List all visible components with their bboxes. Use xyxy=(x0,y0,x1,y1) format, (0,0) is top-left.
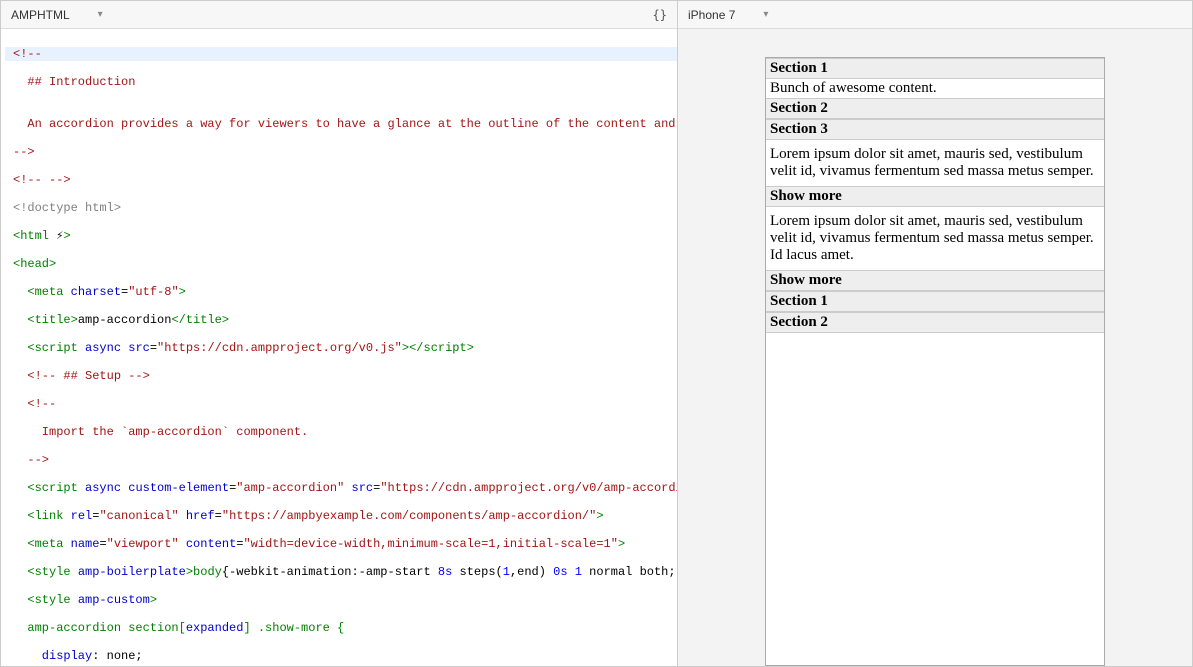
code-line[interactable]: An accordion provides a way for viewers … xyxy=(5,117,677,131)
accordion-header-section-1b[interactable]: Section 1 xyxy=(766,291,1104,312)
app-container: AMPHTML ▾ {} <!-- ## Introduction An acc… xyxy=(0,0,1193,667)
code-line[interactable]: <meta name="viewport" content="width=dev… xyxy=(5,537,677,551)
editor-language-label[interactable]: AMPHTML xyxy=(11,8,70,22)
preview-header-left: iPhone 7 ▾ xyxy=(688,8,768,22)
accordion-header-section-2[interactable]: Section 2 xyxy=(766,98,1104,119)
code-line[interactable]: <!-- ## Setup --> xyxy=(5,369,677,383)
code-line[interactable]: <script async custom-element="amp-accord… xyxy=(5,481,677,495)
code-line[interactable]: <title>amp-accordion</title> xyxy=(5,313,677,327)
code-line[interactable]: <style amp-boilerplate>body{-webkit-anim… xyxy=(5,565,677,579)
code-line[interactable]: <head> xyxy=(5,257,677,271)
code-line[interactable]: <script async src="https://cdn.ampprojec… xyxy=(5,341,677,355)
code-line[interactable]: <!-- --> xyxy=(5,173,677,187)
code-line[interactable]: --> xyxy=(5,145,677,159)
code-line[interactable]: ## Introduction xyxy=(5,75,677,89)
accordion-content: Lorem ipsum dolor sit amet, mauris sed, … xyxy=(766,207,1104,270)
accordion-content: Lorem ipsum dolor sit amet, mauris sed, … xyxy=(766,140,1104,186)
braces-icon[interactable]: {} xyxy=(653,8,667,22)
accordion-header-section-3[interactable]: Section 3 xyxy=(766,119,1104,140)
code-area[interactable]: <!-- ## Introduction An accordion provid… xyxy=(1,29,677,666)
editor-header: AMPHTML ▾ {} xyxy=(1,1,677,29)
code-line[interactable]: <html ⚡> xyxy=(5,229,677,243)
code-line[interactable]: Import the `amp-accordion` component. xyxy=(5,425,677,439)
accordion-content: Bunch of awesome content. xyxy=(766,79,1104,98)
code-line[interactable]: --> xyxy=(5,453,677,467)
accordion-header-section-1[interactable]: Section 1 xyxy=(766,58,1104,79)
accordion-header-show-more[interactable]: Show more xyxy=(766,186,1104,207)
accordion-header-show-more[interactable]: Show more xyxy=(766,270,1104,291)
code-line[interactable]: <!-- xyxy=(5,47,677,61)
device-chevron-down-icon[interactable]: ▾ xyxy=(763,9,768,20)
device-label[interactable]: iPhone 7 xyxy=(688,8,735,22)
code-line[interactable]: display: none; xyxy=(5,649,677,663)
device-frame: Section 1 Bunch of awesome content. Sect… xyxy=(765,57,1105,666)
editor-header-left: AMPHTML ▾ xyxy=(11,8,103,22)
code-line[interactable]: <style amp-custom> xyxy=(5,593,677,607)
code-line[interactable]: <link rel="canonical" href="https://ampb… xyxy=(5,509,677,523)
code-editor-panel: AMPHTML ▾ {} <!-- ## Introduction An acc… xyxy=(1,1,678,666)
accordion-header-section-2b[interactable]: Section 2 xyxy=(766,312,1104,333)
preview-viewport: Section 1 Bunch of awesome content. Sect… xyxy=(678,29,1192,666)
code-line[interactable]: <!doctype html> xyxy=(5,201,677,215)
preview-panel: iPhone 7 ▾ Section 1 Bunch of awesome co… xyxy=(678,1,1192,666)
code-line[interactable]: amp-accordion section[expanded] .show-mo… xyxy=(5,621,677,635)
preview-header: iPhone 7 ▾ xyxy=(678,1,1192,29)
code-line[interactable]: <meta charset="utf-8"> xyxy=(5,285,677,299)
language-chevron-down-icon[interactable]: ▾ xyxy=(98,9,103,20)
code-line[interactable]: <!-- xyxy=(5,397,677,411)
